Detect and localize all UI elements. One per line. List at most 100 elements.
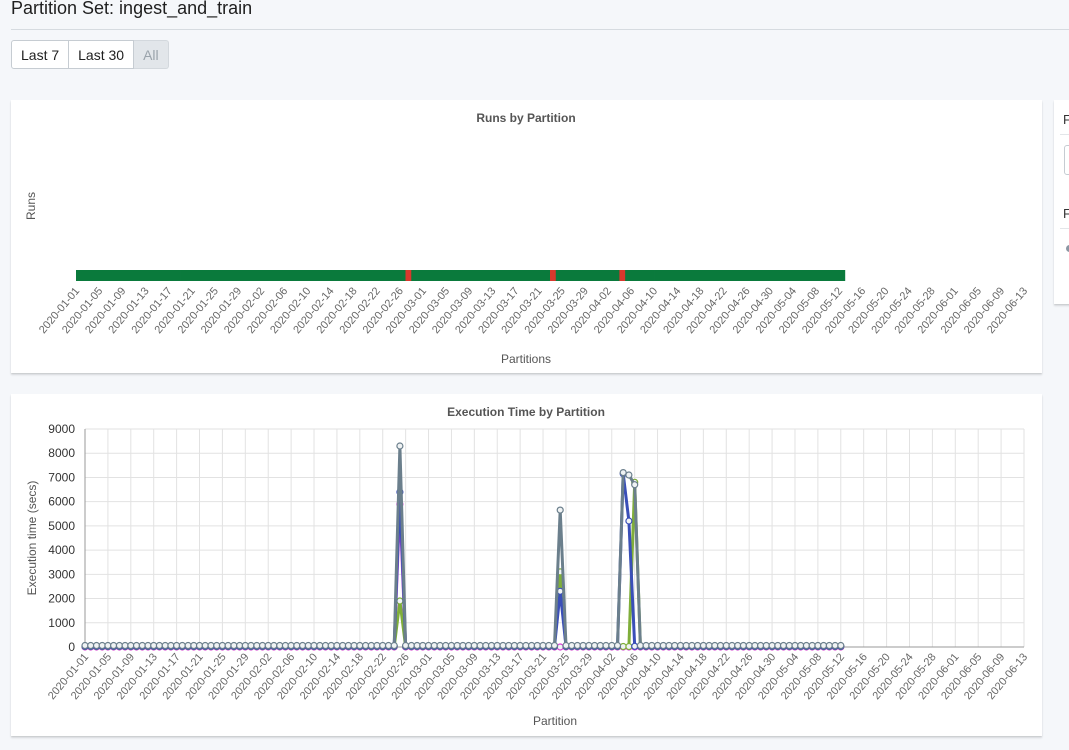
data-point	[556, 643, 564, 651]
run-cell-success	[480, 270, 487, 281]
data-point	[550, 641, 559, 650]
run-cell-success	[214, 270, 221, 281]
data-point	[608, 641, 616, 650]
execution-time-card: Execution Time by Partition Execution tim…	[11, 394, 1042, 736]
run-cell-success	[180, 270, 187, 281]
run-cell-success	[445, 270, 453, 281]
chart-title: Runs by Partition	[476, 111, 575, 125]
run-cell-success	[388, 270, 395, 281]
run-cell-success	[197, 270, 204, 281]
data-point	[631, 481, 639, 489]
run-cell-failure	[405, 270, 412, 281]
data-point	[682, 641, 690, 650]
last-30-button[interactable]: Last 30	[69, 40, 135, 69]
data-point	[430, 641, 438, 650]
data-point	[676, 641, 685, 650]
x-tick-labels: 2020-01-012020-01-052020-01-092020-01-13…	[46, 651, 1030, 702]
run-cell-success	[827, 270, 834, 281]
run-cell-success	[781, 270, 788, 281]
run-cell-success	[457, 270, 464, 281]
run-cell-success	[307, 270, 314, 281]
data-point	[659, 641, 667, 650]
run-cell-success	[688, 270, 695, 281]
data-point	[825, 641, 833, 650]
run-cell-success	[99, 270, 106, 281]
run-cell-success	[486, 270, 493, 281]
data-point	[470, 641, 478, 650]
data-point	[379, 641, 387, 650]
data-point	[436, 641, 444, 650]
data-point	[424, 641, 433, 650]
data-point	[619, 642, 627, 651]
run-cell-success	[665, 270, 672, 281]
run-cell-success	[393, 270, 401, 281]
data-point	[590, 641, 599, 650]
run-cell-success	[266, 270, 273, 281]
run-cell-success	[243, 270, 250, 281]
side-panel-label-2: F	[1063, 206, 1069, 221]
run-cell-success	[573, 270, 580, 281]
run-cell-success	[717, 270, 724, 281]
data-point	[333, 641, 341, 650]
run-cell-success	[758, 270, 765, 281]
run-cell-success	[284, 270, 291, 281]
data-point	[230, 641, 238, 650]
run-cell-success	[682, 270, 690, 281]
run-cell-success	[578, 270, 586, 281]
run-cell-success	[775, 270, 782, 281]
run-cell-success	[694, 270, 701, 281]
data-point	[579, 641, 587, 650]
y-tick-label: 4000	[48, 543, 75, 557]
series-line	[85, 472, 841, 648]
run-cell-success	[544, 270, 551, 281]
y-tick-label: 6000	[48, 495, 75, 509]
data-point	[779, 641, 788, 650]
data-point	[797, 641, 805, 650]
run-cell-failure	[619, 270, 626, 281]
run-cell-success	[145, 270, 152, 281]
run-cell-failure	[550, 270, 557, 281]
data-point	[625, 471, 633, 479]
data-point	[482, 641, 490, 650]
run-cell-success	[347, 270, 354, 281]
data-point	[693, 641, 702, 650]
run-cell-success	[116, 270, 123, 281]
data-point	[539, 641, 547, 650]
run-cell-success	[301, 270, 308, 281]
data-point	[648, 641, 656, 650]
run-cell-success	[804, 270, 811, 281]
data-point	[568, 641, 576, 650]
data-point	[768, 641, 776, 650]
run-cell-success	[584, 270, 591, 281]
x-axis-label: Partitions	[501, 352, 551, 366]
all-button[interactable]: All	[134, 40, 169, 69]
chart-title: Execution Time by Partition	[447, 405, 605, 419]
data-point	[407, 641, 415, 650]
last-7-button[interactable]: Last 7	[11, 40, 70, 69]
data-point	[384, 641, 393, 650]
run-cell-success	[162, 270, 169, 281]
y-tick-label: 0	[68, 640, 75, 654]
data-point	[316, 641, 324, 650]
run-cell-success	[260, 270, 268, 281]
run-cell-success	[139, 270, 146, 281]
run-cell-success	[602, 270, 609, 281]
run-cell-success	[208, 270, 216, 281]
data-point	[390, 641, 398, 650]
run-cell-success	[607, 270, 614, 281]
run-cell-success	[399, 270, 406, 281]
run-cell-success	[428, 270, 435, 281]
y-tick-label: 2000	[48, 592, 75, 606]
side-panel-input[interactable]	[1064, 145, 1069, 175]
y-tick-label: 5000	[48, 519, 75, 533]
run-cell-success	[278, 270, 285, 281]
data-point	[642, 641, 650, 650]
data-point	[734, 641, 742, 650]
data-point	[791, 641, 799, 650]
data-point	[562, 641, 570, 650]
run-cell-success	[671, 270, 678, 281]
data-point	[281, 641, 289, 650]
run-cell-success	[411, 270, 418, 281]
data-point	[705, 641, 713, 650]
data-point	[831, 641, 839, 650]
